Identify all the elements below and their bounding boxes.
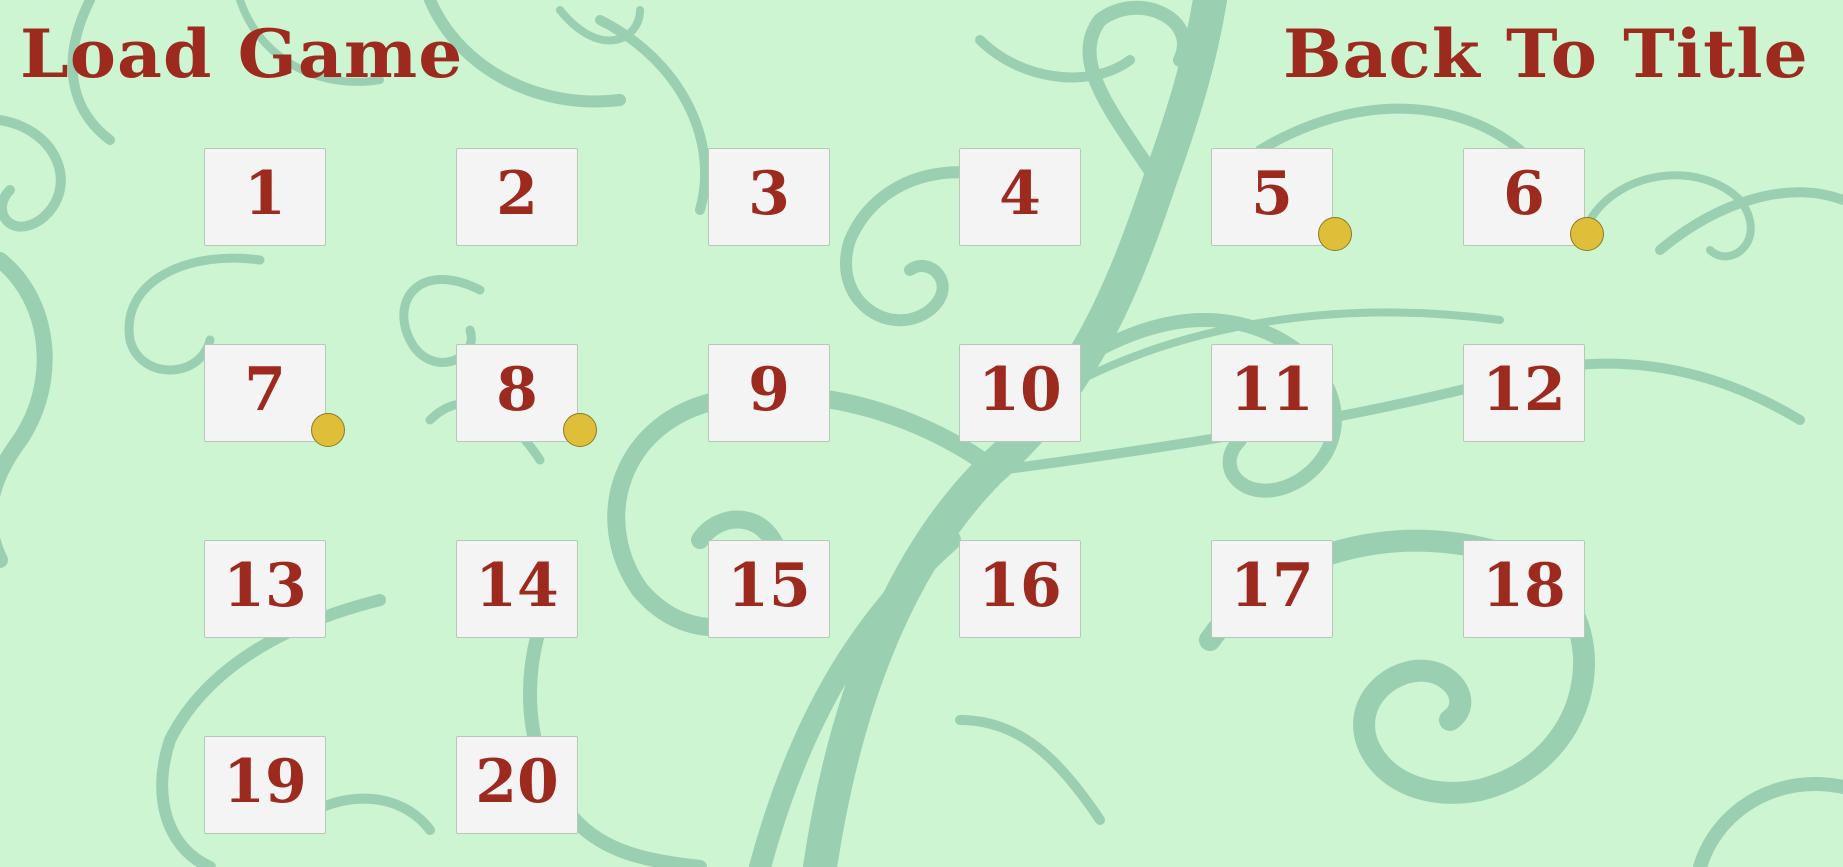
- save-slot-12[interactable]: 12: [1463, 344, 1585, 442]
- slot-number: 13: [223, 551, 307, 621]
- save-slot-18[interactable]: 18: [1463, 540, 1585, 638]
- slot-number: 18: [1482, 551, 1566, 621]
- back-to-title-button[interactable]: Back To Title: [1283, 14, 1809, 94]
- slot-number: 14: [475, 551, 559, 621]
- saved-indicator-icon: [1570, 217, 1604, 251]
- slot-number: 7: [244, 355, 286, 425]
- save-slot-2[interactable]: 2: [456, 148, 578, 246]
- slot-number: 19: [223, 747, 307, 817]
- slot-number: 9: [748, 355, 790, 425]
- save-slot-15[interactable]: 15: [708, 540, 830, 638]
- slot-number: 6: [1503, 159, 1545, 229]
- save-slot-11[interactable]: 11: [1211, 344, 1333, 442]
- saved-indicator-icon: [1318, 217, 1352, 251]
- save-slot-5[interactable]: 5: [1211, 148, 1352, 251]
- save-slot-9[interactable]: 9: [708, 344, 830, 442]
- slot-number: 5: [1251, 159, 1293, 229]
- slot-number: 17: [1230, 551, 1314, 621]
- save-slot-10[interactable]: 10: [959, 344, 1081, 442]
- slot-number: 3: [748, 159, 790, 229]
- slot-number: 8: [496, 355, 538, 425]
- save-slot-17[interactable]: 17: [1211, 540, 1333, 638]
- slot-number: 4: [999, 159, 1041, 229]
- save-slot-1[interactable]: 1: [204, 148, 326, 246]
- save-slot-8[interactable]: 8: [456, 344, 597, 447]
- save-slot-19[interactable]: 19: [204, 736, 326, 834]
- slot-number: 1: [244, 159, 286, 229]
- slot-number: 11: [1230, 355, 1314, 425]
- page-title: Load Game: [20, 15, 464, 93]
- save-slot-14[interactable]: 14: [456, 540, 578, 638]
- save-slot-7[interactable]: 7: [204, 344, 345, 447]
- slot-number: 16: [978, 551, 1062, 621]
- saved-indicator-icon: [311, 413, 345, 447]
- slot-number: 2: [496, 159, 538, 229]
- slot-number: 20: [475, 747, 559, 817]
- save-slot-3[interactable]: 3: [708, 148, 830, 246]
- save-slot-6[interactable]: 6: [1463, 148, 1604, 251]
- save-slot-20[interactable]: 20: [456, 736, 578, 834]
- slot-number: 10: [978, 355, 1062, 425]
- save-slot-13[interactable]: 13: [204, 540, 326, 638]
- slot-number: 12: [1482, 355, 1566, 425]
- saved-indicator-icon: [563, 413, 597, 447]
- save-slot-16[interactable]: 16: [959, 540, 1081, 638]
- slot-number: 15: [727, 551, 811, 621]
- save-slot-4[interactable]: 4: [959, 148, 1081, 246]
